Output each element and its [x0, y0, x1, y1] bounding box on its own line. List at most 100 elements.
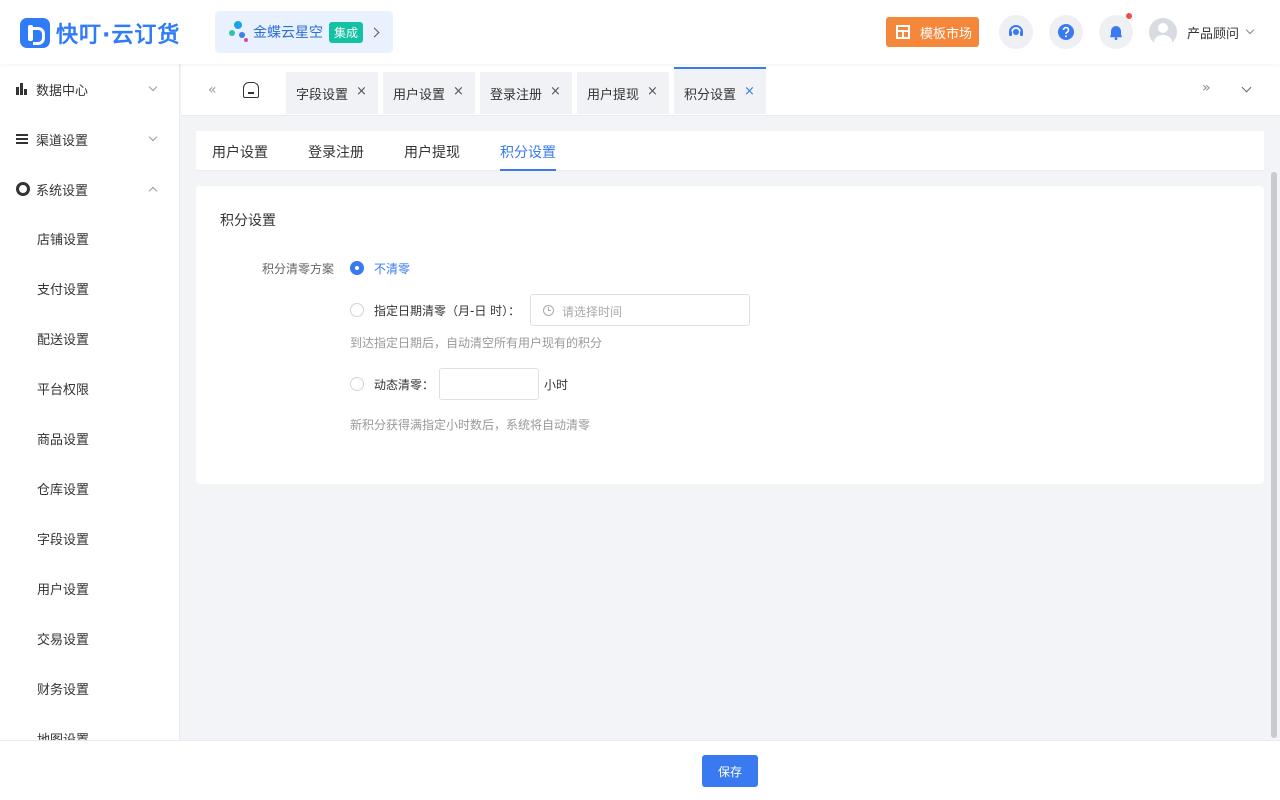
sidebar-item-finance-settings[interactable]: 财务设置 [0, 663, 179, 713]
sidebar-group-data-center[interactable]: 数据中心 [0, 64, 179, 114]
close-icon[interactable]: × [647, 84, 658, 99]
chevron-right-icon [369, 27, 380, 37]
tab-points-settings[interactable]: 积分设置 × [674, 67, 766, 114]
sidebar-item-warehouse-settings[interactable]: 仓库设置 [0, 463, 179, 513]
sidebar-item-label: 店铺设置 [37, 233, 90, 248]
headset-icon [1009, 25, 1023, 36]
bell-icon [1110, 26, 1122, 40]
sidebar-item-trade-settings[interactable]: 交易设置 [0, 613, 179, 663]
tabs-scroll-left-button[interactable]: « [208, 82, 217, 98]
sidebar-group-system-settings[interactable]: 系统设置 [0, 164, 179, 214]
integration-switcher[interactable]: 金蝶云星空 集成 [215, 11, 393, 53]
subtab-user-settings[interactable]: 用户设置 [212, 142, 268, 162]
sidebar-group-label: 系统设置 [36, 184, 89, 199]
template-market-label: 模板市场 [920, 26, 973, 42]
close-icon[interactable]: × [356, 84, 367, 99]
top-header: 快叮·云订货 金蝶云星空 集成 模板市场 产品顾问 [0, 0, 1280, 64]
tab-field-settings[interactable]: 字段设置 × [286, 72, 378, 114]
subtab-login-register[interactable]: 登录注册 [308, 142, 364, 162]
radio-dynamic-reset[interactable] [350, 377, 364, 391]
chevron-down-icon [148, 82, 158, 92]
radio-date-reset[interactable] [350, 303, 364, 317]
date-reset-hint: 到达指定日期后，自动清空所有用户现有的积分 [350, 336, 603, 350]
tab-user-withdraw[interactable]: 用户提现 × [577, 72, 669, 114]
sidebar-item-label: 支付设置 [37, 283, 90, 298]
layout-icon [896, 25, 910, 39]
sidebar: 数据中心 渠道设置 系统设置 店铺设置 支付设置 配送设置 平台权限 商品设置 … [0, 64, 180, 740]
sidebar-group-label: 数据中心 [36, 84, 89, 99]
notification-dot [1126, 13, 1132, 19]
tab-login-register[interactable]: 登录注册 × [480, 72, 572, 114]
sidebar-item-label: 配送设置 [37, 333, 90, 348]
tab-label: 用户设置 [393, 88, 446, 103]
sidebar-item-map-settings[interactable]: 地图设置 [0, 713, 179, 740]
save-button[interactable]: 保存 [702, 755, 758, 787]
close-icon[interactable]: × [744, 84, 755, 99]
radio-no-reset[interactable] [350, 261, 364, 275]
logo-mark-icon [20, 18, 50, 48]
tab-label: 登录注册 [490, 88, 543, 103]
sidebar-item-delivery-settings[interactable]: 配送设置 [0, 313, 179, 363]
sidebar-item-field-settings[interactable]: 字段设置 [0, 513, 179, 563]
sidebar-item-label: 交易设置 [37, 633, 90, 648]
logo-text: 快叮·云订货 [56, 23, 181, 48]
bar-chart-icon [16, 82, 30, 96]
sidebar-item-label: 平台权限 [37, 383, 90, 398]
option-no-reset-label[interactable]: 不清零 [374, 260, 410, 277]
sidebar-item-product-settings[interactable]: 商品设置 [0, 413, 179, 463]
page-tabs-bar: « 字段设置 × 用户设置 × 登录注册 × 用户提现 × 积分设置 × » [181, 64, 1280, 116]
question-icon [1058, 24, 1074, 40]
hours-input[interactable] [439, 368, 539, 400]
dynamic-reset-hint: 新积分获得满指定小时数后，系统将自动清零 [350, 418, 591, 432]
help-button[interactable] [1049, 15, 1083, 49]
tab-user-settings[interactable]: 用户设置 × [383, 72, 475, 114]
points-settings-card: 积分设置 积分清零方案 不清零 指定日期清零（月-日 时）： 请选择时间 到达指… [196, 186, 1264, 484]
sidebar-item-platform-permissions[interactable]: 平台权限 [0, 363, 179, 413]
close-icon[interactable]: × [550, 84, 561, 99]
list-icon [16, 132, 30, 146]
chevron-up-icon [148, 186, 158, 196]
sidebar-item-user-settings[interactable]: 用户设置 [0, 563, 179, 613]
reset-scheme-label: 积分清零方案 [262, 262, 335, 276]
sidebar-item-label: 字段设置 [37, 533, 90, 548]
reset-time-picker[interactable]: 请选择时间 [530, 294, 750, 326]
chevron-down-icon [148, 132, 158, 142]
content-scrollbar[interactable] [1271, 172, 1277, 738]
settings-subtabs: 用户设置 登录注册 用户提现 积分设置 [196, 131, 1264, 171]
sidebar-group-channel-settings[interactable]: 渠道设置 [0, 114, 179, 164]
sidebar-item-label: 财务设置 [37, 683, 90, 698]
chevron-down-icon[interactable] [1241, 82, 1252, 93]
subtab-user-withdraw[interactable]: 用户提现 [404, 142, 460, 162]
integration-tag: 集成 [329, 21, 364, 43]
active-subtab-indicator [500, 169, 556, 171]
kingdee-cloud-icon [229, 21, 249, 43]
notifications-button[interactable] [1099, 13, 1133, 49]
sidebar-item-label: 用户设置 [37, 583, 90, 598]
card-title: 积分设置 [220, 213, 276, 229]
subtab-points-settings[interactable]: 积分设置 [500, 142, 556, 162]
tab-label: 字段设置 [296, 88, 349, 103]
hours-unit: 小时 [544, 378, 569, 392]
sidebar-item-payment-settings[interactable]: 支付设置 [0, 263, 179, 313]
sidebar-item-label: 仓库设置 [37, 483, 90, 498]
user-menu[interactable]: 产品顾问 [1149, 18, 1255, 46]
time-placeholder: 请选择时间 [562, 305, 623, 319]
user-name: 产品顾问 [1187, 26, 1240, 42]
sidebar-item-store-settings[interactable]: 店铺设置 [0, 213, 179, 263]
app-logo[interactable]: 快叮·云订货 [20, 17, 180, 49]
option-date-reset-label[interactable]: 指定日期清零（月-日 时）： [374, 302, 520, 319]
template-market-button[interactable]: 模板市场 [886, 17, 979, 47]
tab-label: 用户提现 [587, 88, 640, 103]
clock-icon [543, 305, 554, 316]
option-dynamic-reset-label[interactable]: 动态清零： [374, 376, 434, 393]
home-icon[interactable] [243, 82, 259, 98]
sidebar-group-label: 渠道设置 [36, 134, 89, 149]
gear-icon [16, 182, 30, 196]
chevron-down-icon [1245, 25, 1255, 35]
customer-service-button[interactable] [999, 15, 1033, 49]
avatar [1149, 18, 1177, 46]
tab-label: 积分设置 [684, 88, 737, 103]
footer-bar: 保存 [0, 740, 1280, 800]
tabs-scroll-right-button[interactable]: » [1202, 80, 1211, 96]
close-icon[interactable]: × [453, 84, 464, 99]
